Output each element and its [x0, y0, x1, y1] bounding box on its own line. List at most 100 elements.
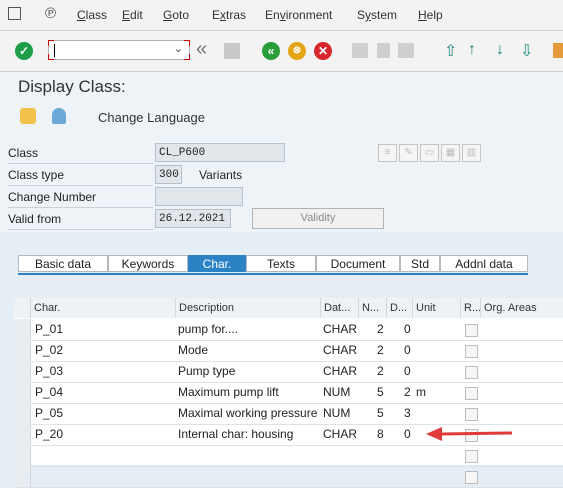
cell-num-chars[interactable]: 2	[377, 361, 395, 382]
cell-num-chars[interactable]: 8	[377, 424, 395, 445]
command-field[interactable]: ⌄	[48, 40, 190, 60]
cell-decimals[interactable]: 0	[404, 340, 416, 361]
header-required[interactable]: R...	[461, 298, 481, 318]
cell-char[interactable]: P_02	[35, 340, 175, 361]
table-row[interactable]: P_01 pump for.... CHAR 2 0	[13, 319, 563, 341]
menu-help[interactable]: Help	[418, 8, 443, 22]
cell-decimals[interactable]: 0	[404, 361, 416, 382]
save-icon[interactable]	[224, 43, 240, 59]
cell-unit[interactable]	[416, 403, 456, 424]
cell-data-type[interactable]: NUM	[323, 403, 359, 424]
cell-unit[interactable]: m	[416, 382, 456, 403]
cell-data-type[interactable]: NUM	[323, 382, 359, 403]
tab-addnl-data[interactable]: Addnl data	[440, 255, 528, 272]
header-num-chars[interactable]: N...	[359, 298, 387, 318]
valid-from-field[interactable]: 26.12.2021	[155, 209, 231, 228]
first-page-icon[interactable]: ⇧	[444, 41, 457, 61]
class-delete-icon[interactable]: ▥	[462, 144, 481, 162]
cell-description[interactable]: Pump type	[178, 361, 321, 382]
tab-document[interactable]: Document	[316, 255, 400, 272]
print-icon[interactable]	[352, 43, 368, 58]
cell-unit[interactable]	[416, 340, 456, 361]
required-checkbox[interactable]	[465, 366, 478, 379]
table-row[interactable]: P_05 Maximal working pressure NUM 5 3	[13, 403, 563, 425]
cell-data-type[interactable]: CHAR	[323, 340, 359, 361]
find-icon[interactable]	[377, 43, 390, 58]
required-checkbox[interactable]	[465, 471, 478, 484]
sap-menu-icon[interactable]	[8, 7, 21, 20]
cell-description[interactable]: Maximal working pressure	[178, 403, 321, 424]
cell-description[interactable]: pump for....	[178, 319, 321, 340]
cell-num-chars[interactable]: 2	[377, 340, 395, 361]
menu-goto[interactable]: Goto	[163, 8, 189, 22]
cell-decimals[interactable]: 0	[404, 319, 416, 340]
required-checkbox[interactable]	[465, 324, 478, 337]
header-decimals[interactable]: D...	[387, 298, 413, 318]
table-row[interactable]	[13, 445, 563, 467]
cell-description[interactable]: Maximum pump lift	[178, 382, 321, 403]
cell-char[interactable]: P_04	[35, 382, 175, 403]
required-checkbox[interactable]	[465, 408, 478, 421]
customize-icon[interactable]: ℗	[45, 5, 56, 22]
cell-data-type[interactable]: CHAR	[323, 361, 359, 382]
menu-extras[interactable]: Extras	[212, 8, 246, 22]
cell-char[interactable]: P_05	[35, 403, 175, 424]
required-checkbox[interactable]	[465, 345, 478, 358]
tab-std[interactable]: Std	[400, 255, 440, 272]
menu-environment[interactable]: Environment	[265, 8, 332, 22]
change-number-field[interactable]	[155, 187, 243, 206]
tab-texts[interactable]: Texts	[246, 255, 316, 272]
tab-char[interactable]: Char.	[188, 255, 246, 272]
exit-icon[interactable]: ⊗	[288, 42, 306, 60]
create-session-icon[interactable]	[553, 43, 563, 58]
cell-data-type[interactable]: CHAR	[323, 319, 359, 340]
select-all-header[interactable]	[13, 298, 31, 318]
person-icon[interactable]	[52, 108, 66, 124]
cell-decimals[interactable]: 2	[404, 382, 416, 403]
cell-data-type[interactable]: CHAR	[323, 424, 359, 445]
required-checkbox[interactable]	[465, 387, 478, 400]
find-next-icon[interactable]	[398, 43, 414, 58]
command-dropdown-icon[interactable]: ⌄	[174, 42, 183, 55]
table-row[interactable]: P_04 Maximum pump lift NUM 5 2 m	[13, 382, 563, 404]
cell-num-chars[interactable]: 5	[377, 403, 395, 424]
cell-decimals[interactable]: 0	[404, 424, 416, 445]
header-char[interactable]: Char.	[31, 298, 176, 318]
cell-unit[interactable]	[416, 361, 456, 382]
cell-decimals[interactable]: 3	[404, 403, 416, 424]
cell-num-chars[interactable]: 2	[377, 319, 395, 340]
validity-button[interactable]: Validity	[252, 208, 384, 229]
tab-keywords[interactable]: Keywords	[108, 255, 188, 272]
table-row[interactable]	[13, 466, 563, 488]
cell-num-chars[interactable]: 5	[377, 382, 395, 403]
class-where-used-icon[interactable]: ▦	[441, 144, 460, 162]
header-unit[interactable]: Unit	[413, 298, 461, 318]
cell-description[interactable]: Mode	[178, 340, 321, 361]
enter-icon[interactable]: ✓	[15, 42, 33, 60]
menu-edit[interactable]: Edit	[122, 8, 143, 22]
cell-unit[interactable]	[416, 319, 456, 340]
class-type-field[interactable]: 300	[155, 165, 182, 184]
table-row[interactable]: P_02 Mode CHAR 2 0	[13, 340, 563, 362]
next-page-icon[interactable]: ↓	[496, 41, 504, 59]
tab-basic-data[interactable]: Basic data	[18, 255, 108, 272]
prev-page-icon[interactable]: ↑	[468, 41, 476, 59]
cell-char[interactable]: P_20	[35, 424, 175, 445]
class-edit-icon[interactable]: ✎	[399, 144, 418, 162]
class-change-icon[interactable]: ≡	[378, 144, 397, 162]
class-field[interactable]: CL_P600	[155, 143, 285, 162]
last-page-icon[interactable]: ⇩	[520, 41, 533, 61]
class-hierarchy-icon[interactable]	[20, 108, 36, 124]
menu-class[interactable]: Class	[77, 8, 107, 22]
header-org-areas[interactable]: Org. Areas	[481, 298, 563, 318]
required-checkbox[interactable]	[465, 450, 478, 463]
table-row[interactable]: P_03 Pump type CHAR 2 0	[13, 361, 563, 383]
class-copy-icon[interactable]: ▭	[420, 144, 439, 162]
cell-char[interactable]: P_01	[35, 319, 175, 340]
cell-char[interactable]: P_03	[35, 361, 175, 382]
menu-system[interactable]: System	[357, 8, 397, 22]
header-description[interactable]: Description	[176, 298, 321, 318]
change-language-button[interactable]: Change Language	[98, 110, 205, 125]
back-icon[interactable]: «	[262, 42, 280, 60]
header-data-type[interactable]: Dat...	[321, 298, 359, 318]
